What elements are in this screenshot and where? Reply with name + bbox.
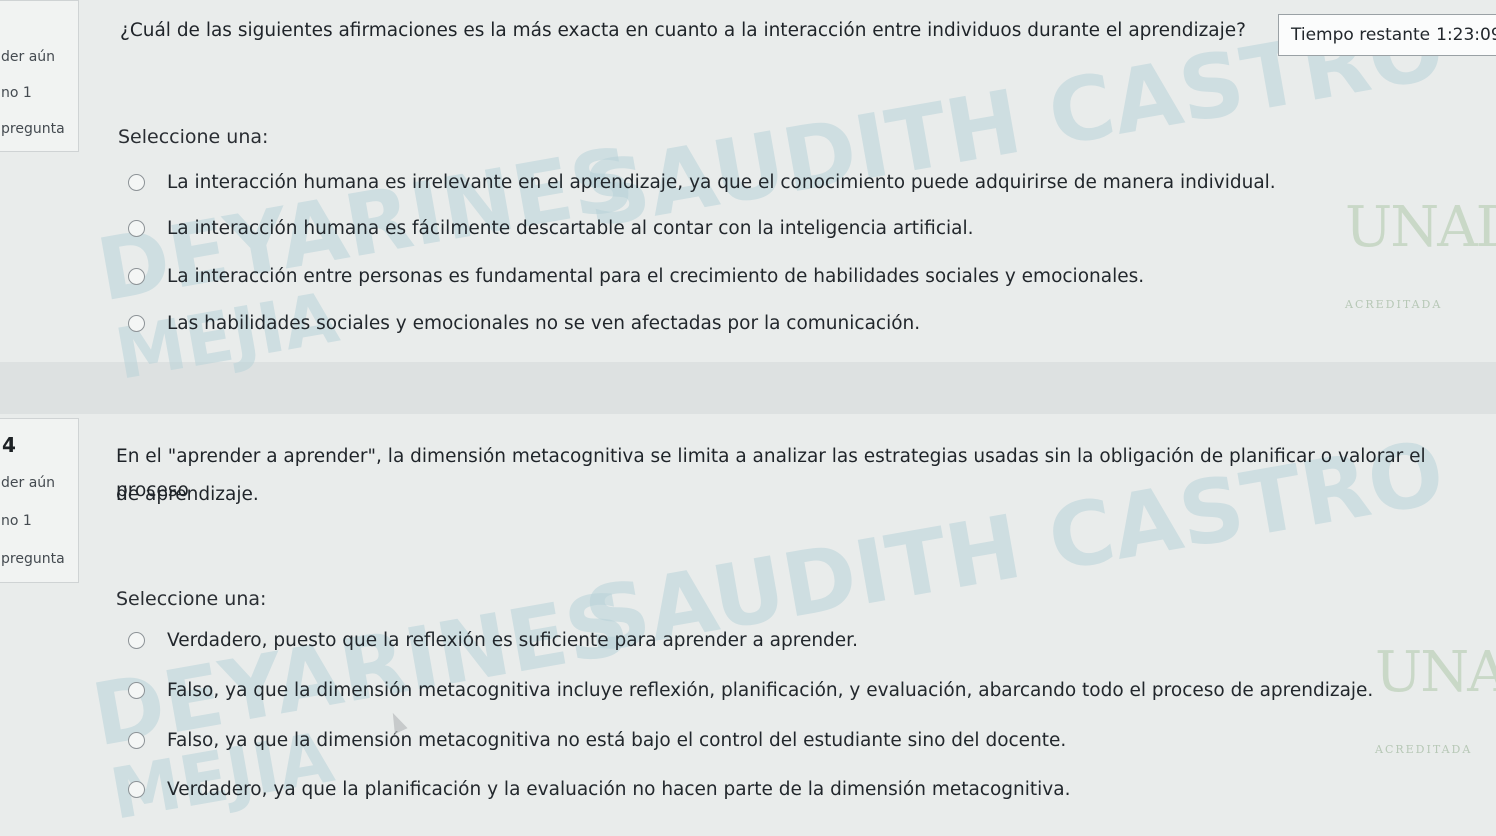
- answer-option-label: Las habilidades sociales y emocionales n…: [167, 313, 921, 334]
- radio-button[interactable]: [128, 268, 145, 285]
- answer-option-label: La interacción humana es fácilmente desc…: [167, 218, 974, 239]
- time-remaining-box: Tiempo restante 1:23:09: [1278, 14, 1496, 56]
- question-text: En el "aprender a aprender", la dimensió…: [116, 446, 1426, 501]
- answer-option[interactable]: Falso, ya que la dimensión metacognitiva…: [128, 680, 1373, 701]
- question-text-continued: de aprendizaje.: [116, 484, 259, 505]
- university-logo: UNAD ACREDITADA: [1375, 640, 1496, 756]
- question-score: no 1: [1, 85, 32, 101]
- answer-option[interactable]: La interacción humana es irrelevante en …: [128, 172, 1276, 193]
- question-info-panel: der aún no 1 pregunta: [0, 0, 79, 152]
- question-number: 4: [2, 433, 16, 457]
- select-one-label: Seleccione una:: [116, 588, 267, 610]
- answer-option[interactable]: La interacción humana es fácilmente desc…: [128, 218, 974, 239]
- radio-button[interactable]: [128, 732, 145, 749]
- answer-option[interactable]: Las habilidades sociales y emocionales n…: [128, 313, 920, 334]
- flag-question-link[interactable]: pregunta: [1, 121, 65, 137]
- question-status: der aún: [1, 49, 56, 65]
- select-one-label: Seleccione una:: [118, 126, 269, 148]
- answer-option-label: Falso, ya que la dimensión metacognitiva…: [167, 730, 1067, 751]
- radio-button[interactable]: [128, 220, 145, 237]
- question-status: der aún: [1, 475, 56, 491]
- radio-button[interactable]: [128, 174, 145, 191]
- radio-button[interactable]: [128, 682, 145, 699]
- radio-button[interactable]: [128, 315, 145, 332]
- answer-option[interactable]: La interacción entre personas es fundame…: [128, 266, 1144, 287]
- divider-band: [0, 362, 1496, 414]
- answer-option[interactable]: Verdadero, puesto que la reflexión es su…: [128, 630, 858, 651]
- radio-button[interactable]: [128, 781, 145, 798]
- question-text: ¿Cuál de las siguientes afirmaciones es …: [120, 20, 1246, 41]
- answer-option[interactable]: Verdadero, ya que la planificación y la …: [128, 779, 1070, 800]
- time-remaining-value: 1:23:09: [1436, 25, 1496, 45]
- answer-option-label: Falso, ya que la dimensión metacognitiva…: [167, 680, 1374, 701]
- answer-option-label: La interacción entre personas es fundame…: [167, 266, 1145, 287]
- question-score: no 1: [1, 513, 32, 529]
- university-logo: UNAD ACREDITADA: [1345, 195, 1496, 311]
- answer-option-label: Verdadero, puesto que la reflexión es su…: [167, 630, 858, 651]
- answer-option-label: Verdadero, ya que la planificación y la …: [167, 779, 1071, 800]
- answer-option-label: La interacción humana es irrelevante en …: [167, 172, 1276, 193]
- question-info-panel: 4 der aún no 1 pregunta: [0, 418, 79, 583]
- answer-option[interactable]: Falso, ya que la dimensión metacognitiva…: [128, 730, 1066, 751]
- radio-button[interactable]: [128, 632, 145, 649]
- flag-question-link[interactable]: pregunta: [1, 551, 65, 567]
- time-remaining-label: Tiempo restante: [1291, 25, 1431, 45]
